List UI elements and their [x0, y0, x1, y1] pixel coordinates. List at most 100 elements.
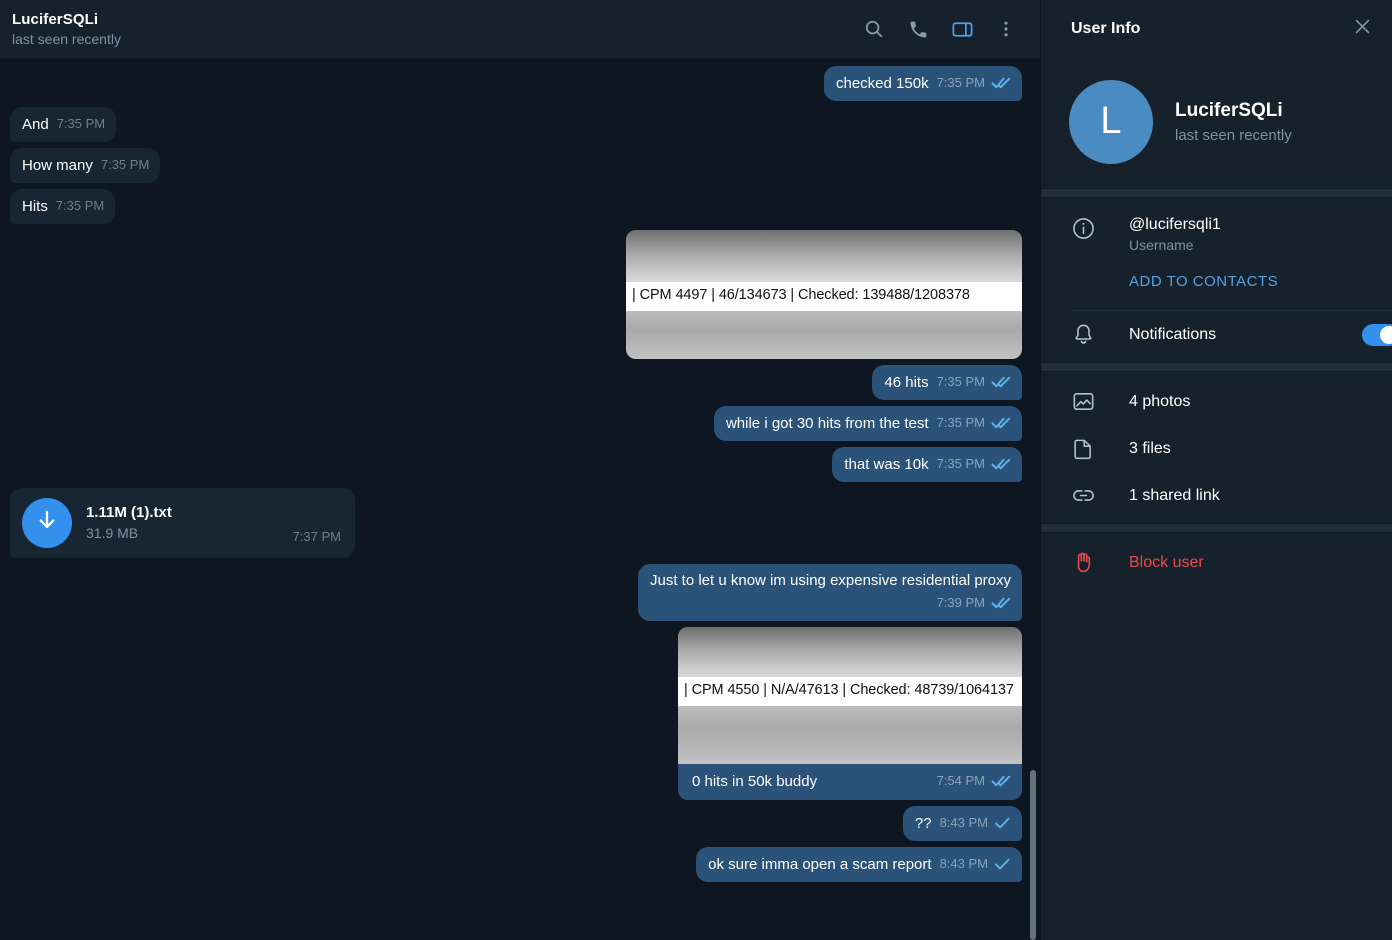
message-meta: 7:35 PM — [937, 454, 1011, 475]
chat-column: LuciferSQLi last seen recently checked 1… — [0, 0, 1040, 940]
notifications-label: Notifications — [1129, 326, 1217, 343]
shared-media-row-2[interactable]: 1 shared link — [1041, 472, 1392, 519]
message-row: ok sure imma open a scam report 8:43 PM — [10, 846, 1022, 882]
message-meta: 7:35 PM — [56, 196, 104, 217]
user-profile[interactable]: L LuciferSQLi last seen recently — [1041, 58, 1392, 188]
close-user-info-button[interactable] — [1342, 9, 1382, 49]
message-meta: 7:54 PM — [937, 771, 1011, 792]
message-meta: 7:39 PM — [650, 593, 1011, 614]
message-row: ?? 8:43 PM — [10, 805, 1022, 841]
message-time: 7:35 PM — [936, 373, 985, 389]
message-time: 7:39 PM — [936, 594, 985, 610]
user-info-title: User Info — [1071, 20, 1141, 37]
shared-media-row-0[interactable]: 4 photos — [1041, 378, 1392, 425]
check-double-icon — [991, 458, 1011, 470]
username-body: @lucifersqli1 Username ADD TO CONTACTS — [1129, 214, 1378, 292]
message-time: 7:37 PM — [292, 528, 341, 544]
file-name: 1.11M (1).txt — [86, 503, 172, 521]
photo-message-bubble[interactable]: | CPM 4497 | 46/134673 | Checked: 139488… — [626, 230, 1022, 359]
photo-status-line: | CPM 4497 | 46/134673 | Checked: 139488… — [626, 282, 1022, 311]
more-options-button[interactable] — [984, 7, 1028, 51]
photo-blur-bottom — [626, 310, 1022, 359]
message-text: Just to let u know im using expensive re… — [649, 571, 1011, 589]
shared-media-label: 3 files — [1129, 440, 1171, 457]
message-row: | CPM 4497 | 46/134673 | Checked: 139488… — [10, 230, 1022, 359]
bell-icon — [1071, 322, 1129, 347]
photo-message-bubble[interactable]: | CPM 4550 | N/A/47613 | Checked: 48739/… — [678, 626, 1022, 800]
message-time: 7:35 PM — [936, 75, 985, 90]
message-row: 46 hits 7:35 PM — [10, 364, 1022, 400]
message-bubble[interactable]: And 7:35 PM — [10, 107, 117, 142]
block-user-row[interactable]: Block user — [1041, 539, 1392, 586]
search-button[interactable] — [852, 7, 896, 51]
username-label: Username — [1129, 237, 1194, 253]
message-text: ?? — [914, 814, 932, 832]
profile-name: LuciferSQLi — [1175, 99, 1283, 121]
message-row: while i got 30 hits from the test 7:35 PM — [10, 405, 1022, 441]
message-meta: 8:43 PM — [940, 813, 1011, 834]
photo-content[interactable]: | CPM 4497 | 46/134673 | Checked: 139488… — [626, 230, 1022, 359]
message-inline: 46 hits 7:35 PM — [884, 372, 1011, 393]
chat-scrollbar[interactable] — [1029, 58, 1037, 940]
message-bubble[interactable]: ?? 8:43 PM — [902, 805, 1022, 841]
block-section: Block user — [1041, 533, 1392, 590]
message-bubble[interactable]: that was 10k 7:35 PM — [832, 446, 1022, 482]
message-row: | CPM 4550 | N/A/47613 | Checked: 48739/… — [10, 626, 1022, 800]
message-meta: 7:35 PM — [101, 155, 149, 176]
username-value: @lucifersqli1 — [1129, 216, 1221, 233]
shared-media-row-1[interactable]: 3 files — [1041, 425, 1392, 472]
shared-media-section: 4 photos 3 files 1 shared link — [1041, 372, 1392, 523]
profile-status: last seen recently — [1175, 126, 1292, 144]
message-bubble[interactable]: ok sure imma open a scam report 8:43 PM — [696, 846, 1022, 882]
message-time: 7:35 PM — [100, 157, 150, 172]
file-info: 1.11M (1).txt 31.9 MB — [86, 503, 279, 543]
message-meta: 7:35 PM — [57, 114, 105, 135]
message-time: 8:43 PM — [939, 814, 988, 830]
check-double-icon — [991, 597, 1011, 609]
block-user-body: Block user — [1129, 552, 1378, 573]
message-bubble[interactable]: Just to let u know im using expensive re… — [637, 563, 1022, 621]
file-message-bubble[interactable]: 1.11M (1).txt 31.9 MB 7:37 PM — [10, 487, 355, 558]
notifications-row[interactable]: Notifications — [1041, 311, 1392, 358]
check-double-icon — [991, 376, 1011, 388]
chat-header-titles[interactable]: LuciferSQLi last seen recently — [12, 10, 852, 48]
photo-blur-top — [626, 230, 1022, 282]
notifications-toggle[interactable] — [1362, 323, 1392, 346]
message-row: checked 150k 7:35 PM — [10, 66, 1022, 101]
username-row[interactable]: @lucifersqli1 Username ADD TO CONTACTS — [1041, 204, 1392, 302]
message-text: 0 hits in 50k buddy — [692, 772, 818, 790]
shared-media-label: 4 photos — [1129, 393, 1191, 410]
call-button[interactable] — [896, 7, 940, 51]
message-bubble[interactable]: Hits 7:35 PM — [10, 189, 116, 224]
message-time: 7:35 PM — [56, 116, 106, 131]
message-meta: 7:35 PM — [937, 413, 1011, 434]
message-text: Hits — [22, 198, 48, 215]
chat-subtitle: last seen recently — [12, 31, 121, 47]
message-row: that was 10k 7:35 PM — [10, 446, 1022, 482]
add-to-contacts-button[interactable]: ADD TO CONTACTS — [1129, 272, 1278, 292]
message-meta: 8:43 PM — [940, 854, 1011, 875]
toggle-info-panel-button[interactable] — [940, 7, 984, 51]
message-inline: How many 7:35 PM — [22, 155, 149, 176]
message-list[interactable]: checked 150k 7:35 PM And 7:35 PM How many 7:3… — [0, 58, 1040, 940]
download-button[interactable] — [22, 497, 72, 548]
chat-scrollbar-thumb[interactable] — [1030, 770, 1036, 940]
message-inline: checked 150k 7:35 PM — [836, 73, 1011, 94]
message-bubble[interactable]: while i got 30 hits from the test 7:35 PM — [713, 405, 1022, 441]
link-icon — [1071, 483, 1129, 508]
notifications-body: Notifications — [1129, 324, 1362, 345]
message-time: 7:35 PM — [55, 198, 105, 213]
message-bubble[interactable]: 46 hits 7:35 PM — [872, 364, 1022, 400]
message-inline: while i got 30 hits from the test 7:35 PM — [726, 413, 1011, 434]
section-divider — [1041, 188, 1392, 198]
block-user-label: Block user — [1129, 554, 1204, 571]
message-bubble[interactable]: How many 7:35 PM — [10, 148, 161, 183]
message-bubble[interactable]: checked 150k 7:35 PM — [824, 66, 1022, 101]
check-double-icon — [991, 77, 1011, 89]
side-panel-icon — [951, 18, 974, 41]
shared-media-label: 1 shared link — [1129, 487, 1220, 504]
message-meta: 7:35 PM — [937, 372, 1011, 393]
more-vertical-icon — [996, 19, 1016, 39]
message-inline: And 7:35 PM — [22, 114, 105, 135]
photo-content[interactable]: | CPM 4550 | N/A/47613 | Checked: 48739/… — [678, 626, 1022, 764]
